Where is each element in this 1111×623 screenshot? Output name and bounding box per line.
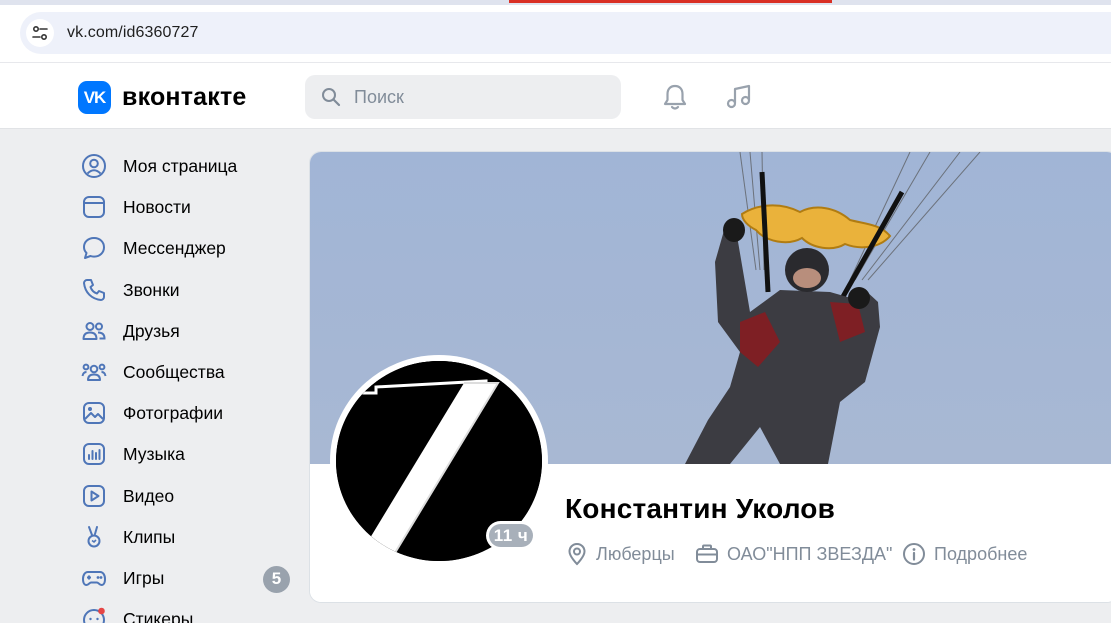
- friends-icon: [82, 321, 106, 340]
- search-input[interactable]: [354, 87, 604, 108]
- gamepad-icon: [82, 570, 106, 586]
- sidebar-item-music[interactable]: Музыка: [72, 433, 302, 474]
- sidebar-item-label: Друзья: [123, 320, 180, 341]
- location-pin-icon: [568, 542, 586, 566]
- vk-logo[interactable]: VK вконтакте: [78, 81, 247, 114]
- bell-icon[interactable]: [658, 80, 692, 114]
- message-icon: [83, 237, 105, 260]
- sidebar-item-my-page[interactable]: Моя страница: [72, 145, 302, 186]
- profile-work-text: ОАО"НПП ЗВЕЗДА": [727, 543, 893, 564]
- sidebar-item-photos[interactable]: Фотографии: [72, 392, 302, 433]
- briefcase-icon: [696, 544, 718, 563]
- sidebar-item-games[interactable]: Игры 5: [72, 557, 302, 598]
- sidebar-item-stickers[interactable]: Стикеры: [72, 598, 302, 623]
- music-icon: [83, 443, 105, 466]
- sidebar-item-label: Мессенджер: [123, 238, 226, 259]
- notification-badge: 5: [263, 565, 290, 593]
- news-icon: [83, 196, 105, 219]
- communities-icon: [81, 363, 107, 381]
- phone-icon: [83, 278, 105, 301]
- info-icon: [903, 543, 925, 565]
- photo-icon: [83, 402, 105, 425]
- sidebar-item-label: Звонки: [123, 279, 180, 300]
- last-seen-text: 11 ч: [489, 524, 533, 547]
- site-info-icon[interactable]: [26, 19, 54, 47]
- sidebar-item-communities[interactable]: Сообщества: [72, 351, 302, 392]
- sidebar-item-calls[interactable]: Звонки: [72, 269, 302, 310]
- clips-icon: [87, 525, 101, 548]
- sticker-icon: [83, 607, 105, 623]
- profile-more-text: Подробнее: [934, 543, 1028, 564]
- sidebar-item-label: Фотографии: [123, 403, 224, 424]
- vk-logo-icon: VK: [78, 81, 111, 114]
- url-text[interactable]: vk.com/id6360727: [67, 24, 198, 42]
- sidebar-item-friends[interactable]: Друзья: [72, 310, 302, 351]
- sidebar-item-label: Видео: [123, 485, 175, 506]
- profile-city-text: Люберцы: [596, 543, 675, 564]
- search-box[interactable]: [305, 75, 621, 119]
- address-bar[interactable]: vk.com/id6360727: [20, 12, 1111, 54]
- browser-toolbar: vk.com/id6360727: [0, 0, 1111, 62]
- tab-loading-indicator: [509, 0, 832, 3]
- sidebar-item-label: Моя страница: [123, 156, 238, 176]
- search-icon: [322, 88, 341, 107]
- sidebar-item-messenger[interactable]: Мессенджер: [72, 227, 302, 268]
- sidebar-item-label: Новости: [123, 197, 191, 218]
- left-sidebar: Моя страница Новости Мессенджер Звонки Д…: [72, 145, 302, 623]
- sidebar-item-news[interactable]: Новости: [72, 186, 302, 227]
- video-icon: [83, 484, 105, 507]
- sidebar-item-label: Клипы: [123, 526, 176, 547]
- profile-more-button[interactable]: Подробнее: [902, 541, 1027, 567]
- vk-header: VK вконтакте: [0, 62, 1111, 129]
- sidebar-item-clips[interactable]: Клипы: [72, 516, 302, 557]
- profile-work[interactable]: ОАО"НПП ЗВЕЗДА": [695, 541, 892, 567]
- last-seen-badge: 11 ч: [486, 521, 536, 550]
- profile-city[interactable]: Люберцы: [566, 541, 675, 567]
- sidebar-item-video[interactable]: Видео: [72, 475, 302, 516]
- sidebar-item-label: Стикеры: [123, 609, 194, 623]
- music-note-icon[interactable]: [722, 80, 756, 114]
- vk-logo-text: вконтакте: [122, 83, 247, 111]
- sidebar-item-label: Музыка: [123, 444, 185, 465]
- user-circle-icon: [82, 154, 106, 178]
- profile-name: Константин Уколов: [565, 493, 836, 524]
- sidebar-item-label: Сообщества: [123, 361, 225, 382]
- sidebar-item-label: Игры: [123, 567, 165, 588]
